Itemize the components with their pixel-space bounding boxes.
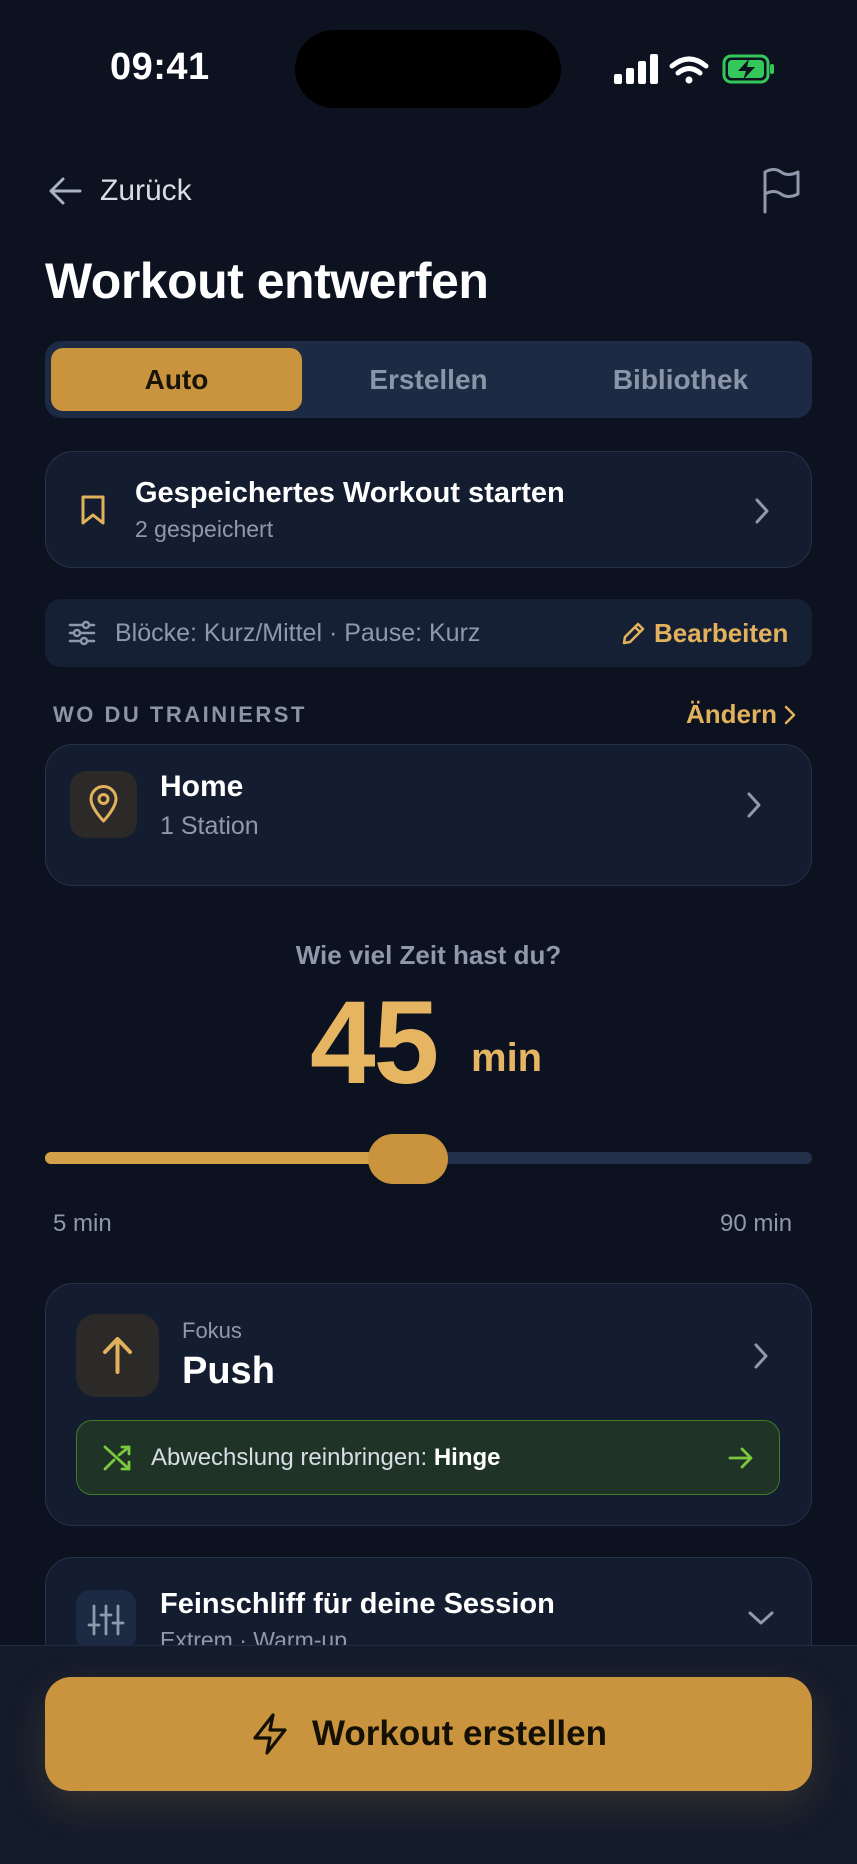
change-location-button[interactable]: Ändern: [686, 699, 797, 730]
back-button[interactable]: Zurück: [48, 170, 192, 212]
time-max-label: 90 min: [720, 1210, 793, 1237]
edit-label: Bearbeiten: [654, 618, 789, 648]
fine-tune-title: Feinschliff für deine Session: [160, 1588, 555, 1620]
edit-settings-button[interactable]: Bearbeiten: [620, 618, 788, 649]
equalizer-icon: [87, 1604, 125, 1636]
time-slider-fill: [45, 1152, 409, 1164]
tab-auto[interactable]: Auto: [51, 348, 302, 411]
cellular-signal-icon: [614, 54, 658, 84]
battery-charging-icon: [722, 54, 774, 84]
status-icons: [614, 54, 774, 84]
dynamic-island: [295, 30, 561, 108]
time-min-label: 5 min: [53, 1210, 112, 1237]
chevron-right-icon: [784, 705, 796, 724]
chevron-right-icon: [755, 498, 769, 524]
wifi-icon: [669, 56, 709, 84]
flag-icon[interactable]: [760, 168, 802, 214]
time-question: Wie viel Zeit hast du?: [295, 940, 562, 970]
block-settings-summary: Blöcke: Kurz/Mittel · Pause: Kurz: [115, 619, 481, 647]
create-workout-button[interactable]: Workout erstellen: [45, 1677, 812, 1791]
location-stations: 1 Station: [160, 812, 259, 840]
lightning-icon: [253, 1713, 287, 1755]
location-pin-tile: [70, 771, 137, 838]
page-title: Workout entwerfen: [45, 253, 489, 309]
chevron-right-icon: [754, 1343, 768, 1369]
focus-label: Fokus: [182, 1318, 242, 1343]
mode-tabs: Auto Erstellen Bibliothek: [45, 341, 812, 418]
map-pin-icon: [89, 785, 118, 823]
saved-workout-count: 2 gespeichert: [135, 516, 274, 542]
location-name: Home: [160, 770, 244, 803]
bookmark-icon: [81, 495, 105, 525]
time-unit: min: [471, 1036, 543, 1080]
focus-value: Push: [182, 1350, 275, 1392]
tab-erstellen[interactable]: Erstellen: [303, 348, 554, 411]
time-value: 45: [310, 977, 439, 1109]
chevron-right-icon: [747, 792, 761, 818]
arrow-left-icon: [49, 177, 82, 205]
chevron-down-icon[interactable]: [746, 1608, 776, 1628]
arrow-up-icon: [103, 1337, 132, 1374]
arrow-right-icon: [728, 1447, 753, 1469]
variety-prefix: Abwechslung reinbringen:: [151, 1444, 434, 1471]
variety-text: Abwechslung reinbringen: Hinge: [151, 1444, 501, 1472]
fine-tune-icon-tile: [76, 1590, 136, 1650]
shuffle-icon: [103, 1445, 131, 1471]
pencil-icon: [622, 622, 645, 644]
status-time: 09:41: [110, 46, 210, 88]
location-section-label: WO DU TRAINIERST: [53, 702, 307, 727]
settings-sliders-icon: [68, 620, 96, 646]
time-slider-thumb[interactable]: [368, 1134, 449, 1184]
variety-target: Hinge: [433, 1444, 501, 1471]
tab-bibliothek[interactable]: Bibliothek: [555, 348, 806, 411]
create-workout-label: Workout erstellen: [312, 1714, 607, 1753]
back-label: Zurück: [100, 174, 192, 207]
change-label: Ändern: [686, 699, 777, 729]
focus-icon-tile: [76, 1314, 159, 1397]
saved-workout-title: Gespeichertes Workout starten: [135, 477, 565, 509]
